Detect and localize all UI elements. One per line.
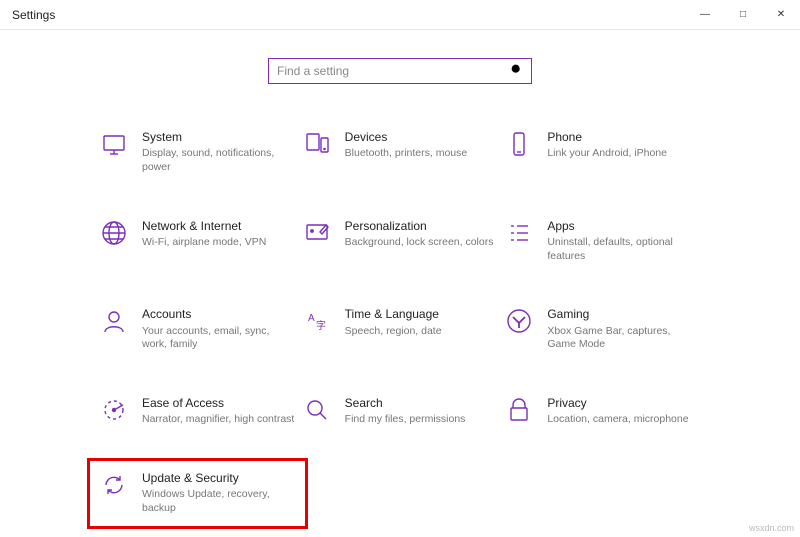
tile-accounts[interactable]: Accounts Your accounts, email, sync, work… — [96, 303, 299, 356]
gaming-icon — [505, 307, 533, 335]
update-icon — [100, 471, 128, 499]
tile-text: Gaming Xbox Game Bar, captures, Game Mode — [547, 307, 700, 352]
tile-personalization[interactable]: Personalization Background, lock screen, … — [299, 215, 502, 268]
network-icon — [100, 219, 128, 247]
tile-text: Personalization Background, lock screen, … — [345, 219, 494, 250]
personalization-icon — [303, 219, 331, 247]
tile-desc: Display, sound, notifications, power — [142, 147, 295, 174]
minimize-button[interactable]: — — [686, 0, 724, 30]
tile-desc: Background, lock screen, colors — [345, 236, 494, 250]
tile-desc: Find my files, permissions — [345, 413, 466, 427]
tile-title: Update & Security — [142, 471, 295, 485]
tile-desc: Bluetooth, printers, mouse — [345, 147, 468, 161]
tile-title: Phone — [547, 130, 667, 144]
tile-desc: Speech, region, date — [345, 325, 442, 339]
system-icon — [100, 130, 128, 158]
tile-ease[interactable]: Ease of Access Narrator, magnifier, high … — [96, 392, 299, 431]
tile-phone[interactable]: Phone Link your Android, iPhone — [501, 126, 704, 179]
tile-desc: Uninstall, defaults, optional features — [547, 236, 700, 263]
search-icon — [303, 396, 331, 424]
tile-update[interactable]: Update & Security Windows Update, recover… — [96, 467, 299, 520]
phone-icon — [505, 130, 533, 158]
tile-apps[interactable]: Apps Uninstall, defaults, optional featur… — [501, 215, 704, 268]
tile-desc: Xbox Game Bar, captures, Game Mode — [547, 325, 700, 352]
tile-title: Search — [345, 396, 466, 410]
devices-icon — [303, 130, 331, 158]
window-controls: — □ ✕ — [686, 0, 800, 30]
privacy-icon — [505, 396, 533, 424]
search-input[interactable] — [277, 64, 510, 78]
tile-title: System — [142, 130, 295, 144]
tile-devices[interactable]: Devices Bluetooth, printers, mouse — [299, 126, 502, 179]
tile-title: Personalization — [345, 219, 494, 233]
ease-icon — [100, 396, 128, 424]
window-title: Settings — [12, 8, 55, 22]
tile-text: Phone Link your Android, iPhone — [547, 130, 667, 161]
svg-text:字: 字 — [316, 319, 326, 332]
tile-text: Time & Language Speech, region, date — [345, 307, 442, 338]
tile-desc: Location, camera, microphone — [547, 413, 688, 427]
watermark: wsxdn.com — [749, 523, 794, 533]
tile-title: Time & Language — [345, 307, 442, 321]
close-button[interactable]: ✕ — [762, 0, 800, 30]
tile-text: Search Find my files, permissions — [345, 396, 466, 427]
tile-title: Gaming — [547, 307, 700, 321]
time-icon: A字 — [303, 307, 331, 335]
tile-desc: Narrator, magnifier, high contrast — [142, 413, 294, 427]
accounts-icon — [100, 307, 128, 335]
titlebar: Settings — □ ✕ — [0, 0, 800, 30]
tile-text: System Display, sound, notifications, pow… — [142, 130, 295, 175]
tile-title: Privacy — [547, 396, 688, 410]
tile-network[interactable]: Network & Internet Wi-Fi, airplane mode, … — [96, 215, 299, 268]
tile-title: Apps — [547, 219, 700, 233]
tile-desc: Link your Android, iPhone — [547, 147, 667, 161]
search-box[interactable] — [268, 58, 532, 84]
tile-time[interactable]: A字 Time & Language Speech, region, date — [299, 303, 502, 356]
tile-text: Ease of Access Narrator, magnifier, high … — [142, 396, 294, 427]
content: System Display, sound, notifications, pow… — [0, 30, 800, 520]
tile-text: Privacy Location, camera, microphone — [547, 396, 688, 427]
search-container — [0, 58, 800, 84]
tile-desc: Windows Update, recovery, backup — [142, 488, 295, 515]
tile-text: Devices Bluetooth, printers, mouse — [345, 130, 468, 161]
tile-gaming[interactable]: Gaming Xbox Game Bar, captures, Game Mode — [501, 303, 704, 356]
tile-text: Apps Uninstall, defaults, optional featur… — [547, 219, 700, 264]
tile-title: Devices — [345, 130, 468, 144]
tile-desc: Wi-Fi, airplane mode, VPN — [142, 236, 266, 250]
apps-icon — [505, 219, 533, 247]
svg-text:A: A — [308, 313, 315, 324]
search-icon — [510, 63, 523, 79]
tile-text: Network & Internet Wi-Fi, airplane mode, … — [142, 219, 266, 250]
maximize-button[interactable]: □ — [724, 0, 762, 30]
tile-title: Network & Internet — [142, 219, 266, 233]
tile-system[interactable]: System Display, sound, notifications, pow… — [96, 126, 299, 179]
tile-text: Accounts Your accounts, email, sync, work… — [142, 307, 295, 352]
tile-text: Update & Security Windows Update, recover… — [142, 471, 295, 516]
tile-search[interactable]: Search Find my files, permissions — [299, 392, 502, 431]
tile-title: Ease of Access — [142, 396, 294, 410]
tile-title: Accounts — [142, 307, 295, 321]
tile-desc: Your accounts, email, sync, work, family — [142, 325, 295, 352]
tile-privacy[interactable]: Privacy Location, camera, microphone — [501, 392, 704, 431]
settings-grid: System Display, sound, notifications, pow… — [0, 126, 800, 520]
